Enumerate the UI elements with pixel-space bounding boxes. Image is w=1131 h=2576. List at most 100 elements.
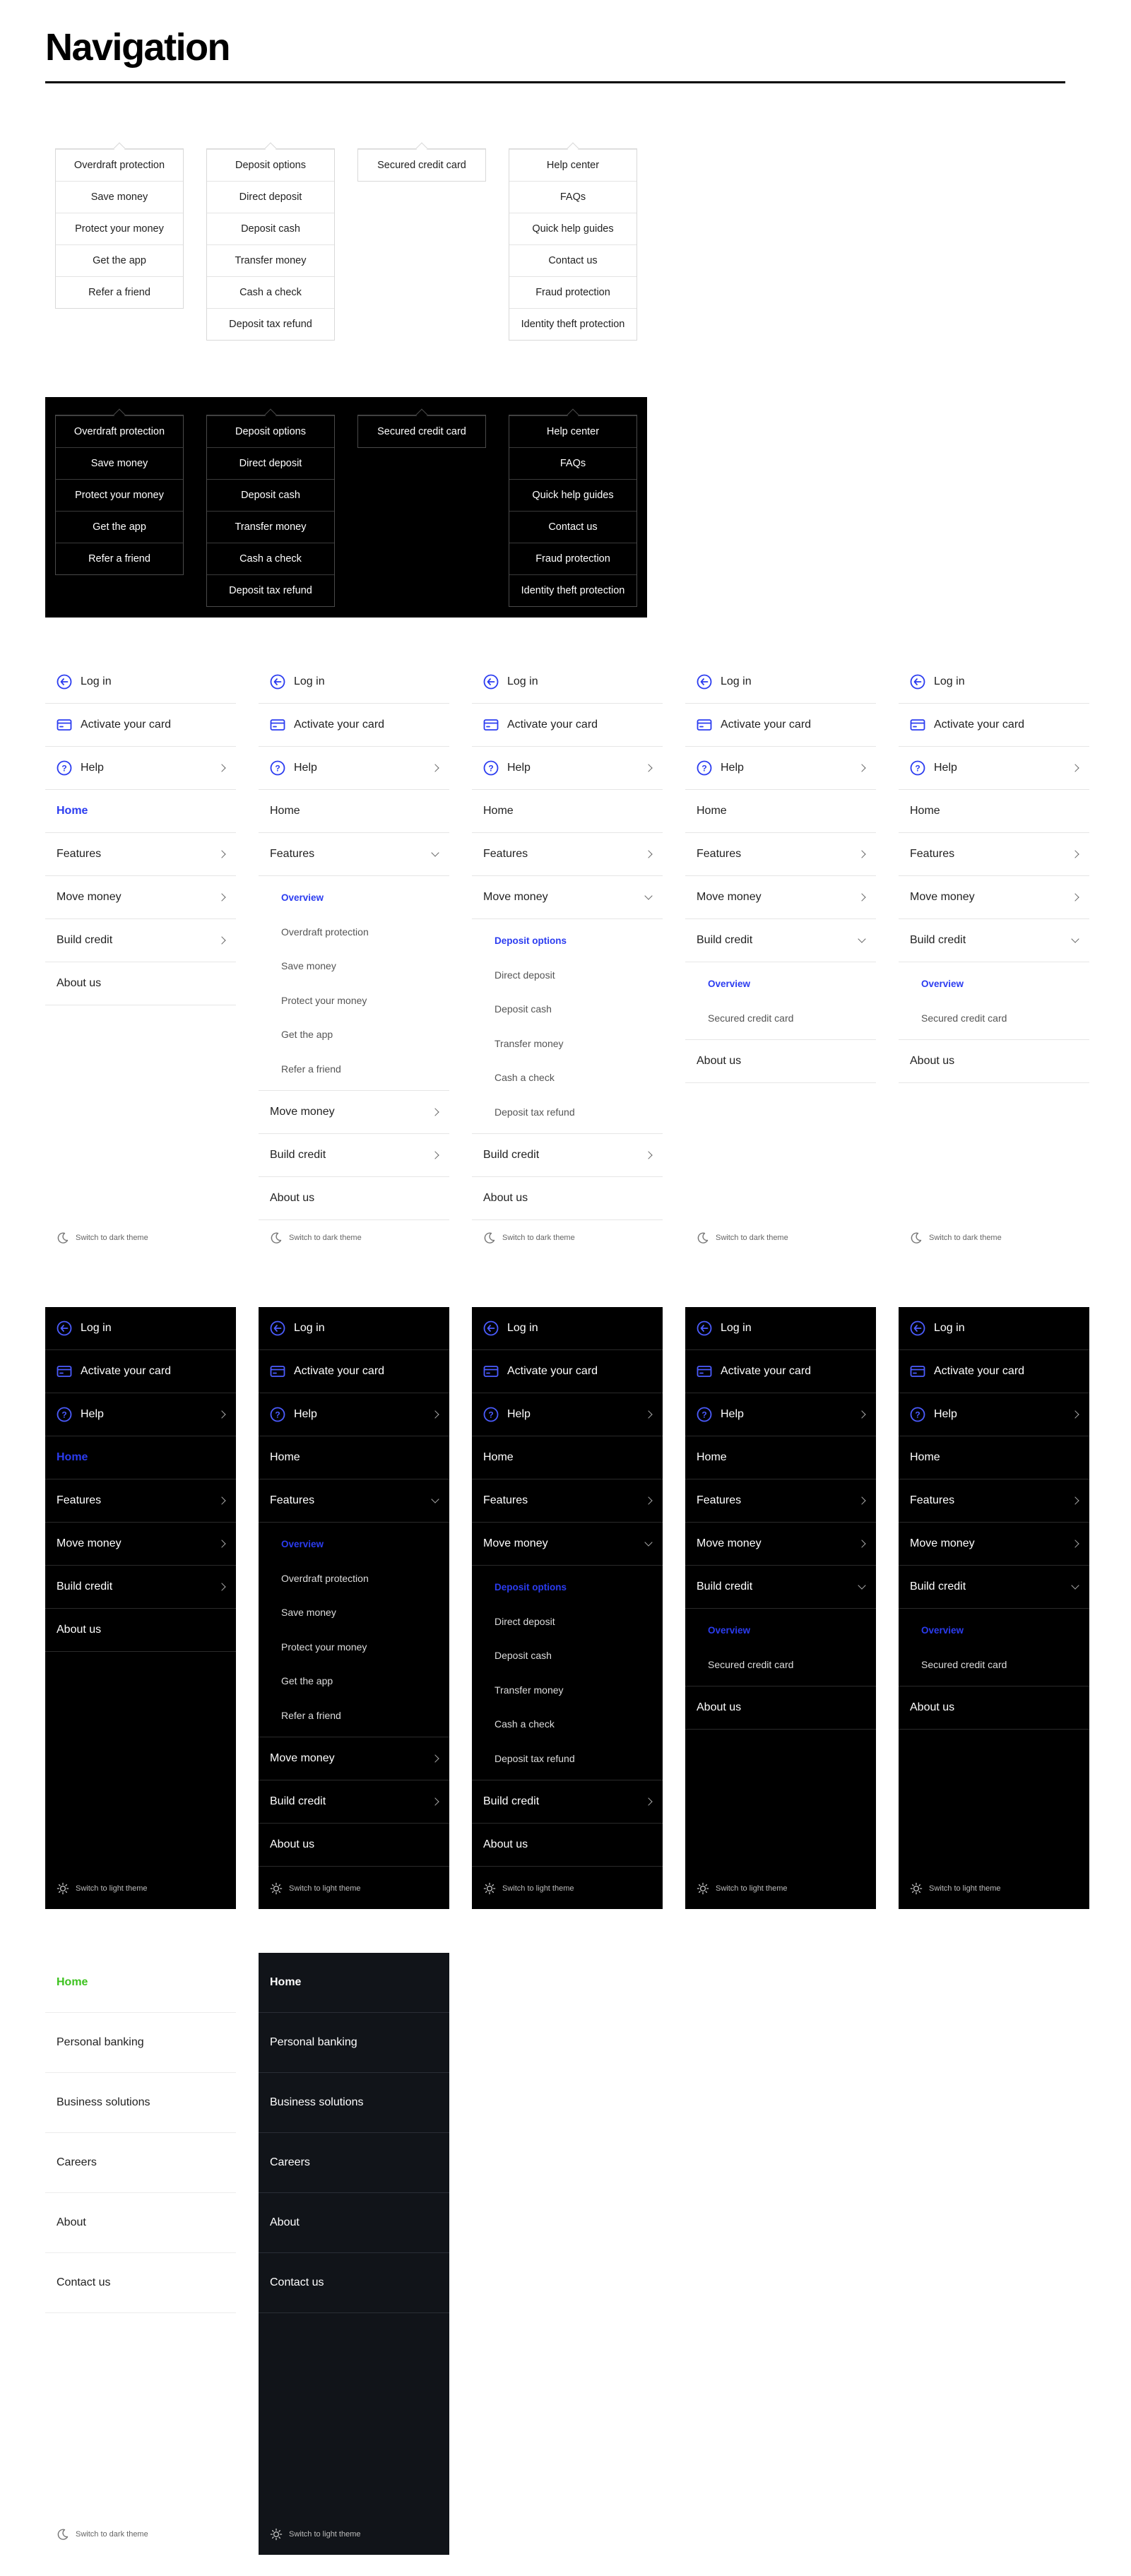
login-item[interactable]: Log in [472, 1307, 663, 1350]
dropdown-item[interactable]: Protect your money [56, 213, 183, 244]
features-item[interactable]: Features [45, 833, 236, 876]
dropdown-item[interactable]: Get the app [56, 244, 183, 276]
activate-card-item[interactable]: Activate your card [472, 1350, 663, 1393]
build-credit-item[interactable]: Build credit [259, 1134, 449, 1177]
dropdown-item[interactable]: Quick help guides [509, 479, 636, 511]
submenu-item[interactable]: Secured credit card [899, 1648, 1089, 1682]
submenu-item[interactable]: Direct deposit [472, 958, 663, 993]
site-nav-item[interactable]: Personal banking [259, 2013, 449, 2073]
login-item[interactable]: Log in [685, 1307, 876, 1350]
build-credit-item[interactable]: Build credit [259, 1780, 449, 1824]
help-item[interactable]: ? Help [899, 1393, 1089, 1436]
submenu-item-active[interactable]: Overview [259, 1527, 449, 1561]
submenu-item[interactable]: Transfer money [472, 1027, 663, 1061]
submenu-item-active[interactable]: Deposit options [472, 1570, 663, 1605]
about-item[interactable]: About us [45, 962, 236, 1005]
help-item[interactable]: ? Help [685, 1393, 876, 1436]
help-item[interactable]: ? Help [472, 747, 663, 790]
home-item[interactable]: Home [899, 790, 1089, 833]
login-item[interactable]: Log in [899, 661, 1089, 704]
home-item[interactable]: Home [472, 790, 663, 833]
dropdown-item[interactable]: Quick help guides [509, 213, 636, 244]
build-credit-item[interactable]: Build credit [472, 1780, 663, 1824]
features-item[interactable]: Features [259, 833, 449, 876]
site-nav-item[interactable]: Business solutions [259, 2073, 449, 2133]
login-item[interactable]: Log in [45, 1307, 236, 1350]
features-item[interactable]: Features [685, 1479, 876, 1523]
home-item[interactable]: Home [45, 790, 236, 833]
site-nav-item[interactable]: Home [259, 1953, 449, 2013]
dropdown-item[interactable]: Contact us [509, 511, 636, 543]
dropdown-item[interactable]: Save money [56, 447, 183, 479]
activate-card-item[interactable]: Activate your card [259, 704, 449, 747]
login-item[interactable]: Log in [899, 1307, 1089, 1350]
login-item[interactable]: Log in [259, 1307, 449, 1350]
login-item[interactable]: Log in [259, 661, 449, 704]
submenu-item-active[interactable]: Deposit options [472, 923, 663, 958]
light-theme-toggle[interactable]: Switch to light theme [270, 1882, 361, 1895]
login-item[interactable]: Log in [685, 661, 876, 704]
activate-card-item[interactable]: Activate your card [259, 1350, 449, 1393]
activate-card-item[interactable]: Activate your card [685, 704, 876, 747]
submenu-item[interactable]: Deposit tax refund [472, 1742, 663, 1776]
build-credit-item[interactable]: Build credit [685, 919, 876, 962]
about-item[interactable]: About us [472, 1177, 663, 1220]
light-theme-toggle[interactable]: Switch to light theme [910, 1882, 1001, 1895]
help-item[interactable]: ? Help [472, 1393, 663, 1436]
dropdown-item[interactable]: Deposit cash [207, 479, 334, 511]
submenu-item[interactable]: Secured credit card [685, 1648, 876, 1682]
activate-card-item[interactable]: Activate your card [45, 1350, 236, 1393]
features-item[interactable]: Features [259, 1479, 449, 1523]
features-item[interactable]: Features [472, 1479, 663, 1523]
dropdown-item[interactable]: Get the app [56, 511, 183, 543]
move-money-item[interactable]: Move money [685, 1523, 876, 1566]
site-nav-item[interactable]: Contact us [45, 2253, 236, 2313]
home-item[interactable]: Home [45, 1436, 236, 1479]
home-item[interactable]: Home [259, 1436, 449, 1479]
activate-card-item[interactable]: Activate your card [899, 1350, 1089, 1393]
move-money-item[interactable]: Move money [685, 876, 876, 919]
help-item[interactable]: ? Help [259, 1393, 449, 1436]
submenu-item[interactable]: Protect your money [259, 983, 449, 1018]
dropdown-item[interactable]: Direct deposit [207, 181, 334, 213]
submenu-item-active[interactable]: Overview [899, 1613, 1089, 1648]
submenu-item[interactable]: Save money [259, 1595, 449, 1630]
dark-theme-toggle[interactable]: Switch to dark theme [910, 1231, 1002, 1244]
build-credit-item[interactable]: Build credit [899, 1566, 1089, 1609]
submenu-item[interactable]: Save money [259, 949, 449, 983]
dropdown-item[interactable]: Identity theft protection [509, 574, 636, 606]
home-item[interactable]: Home [685, 1436, 876, 1479]
submenu-item[interactable]: Transfer money [472, 1673, 663, 1708]
light-theme-toggle[interactable]: Switch to light theme [483, 1882, 574, 1895]
about-item[interactable]: About us [45, 1609, 236, 1652]
dropdown-item[interactable]: Deposit tax refund [207, 308, 334, 340]
dark-theme-toggle[interactable]: Switch to dark theme [697, 1231, 788, 1244]
submenu-item[interactable]: Overdraft protection [259, 915, 449, 950]
submenu-item[interactable]: Deposit cash [472, 992, 663, 1027]
about-item[interactable]: About us [899, 1686, 1089, 1730]
dark-theme-toggle[interactable]: Switch to dark theme [270, 1231, 362, 1244]
submenu-item[interactable]: Cash a check [472, 1060, 663, 1095]
move-money-item[interactable]: Move money [259, 1737, 449, 1780]
site-nav-item[interactable]: Home [45, 1953, 236, 2013]
dropdown-item[interactable]: Refer a friend [56, 543, 183, 574]
features-item[interactable]: Features [685, 833, 876, 876]
move-money-item[interactable]: Move money [259, 1091, 449, 1134]
move-money-item[interactable]: Move money [45, 1523, 236, 1566]
help-item[interactable]: ? Help [899, 747, 1089, 790]
build-credit-item[interactable]: Build credit [45, 919, 236, 962]
dark-theme-toggle[interactable]: Switch to dark theme [57, 1231, 148, 1244]
build-credit-item[interactable]: Build credit [685, 1566, 876, 1609]
dropdown-item[interactable]: Save money [56, 181, 183, 213]
activate-card-item[interactable]: Activate your card [45, 704, 236, 747]
dropdown-item[interactable]: Contact us [509, 244, 636, 276]
build-credit-item[interactable]: Build credit [45, 1566, 236, 1609]
light-theme-toggle[interactable]: Switch to light theme [57, 1882, 148, 1895]
features-item[interactable]: Features [45, 1479, 236, 1523]
features-item[interactable]: Features [472, 833, 663, 876]
help-item[interactable]: ? Help [685, 747, 876, 790]
dropdown-item[interactable]: FAQs [509, 447, 636, 479]
home-item[interactable]: Home [472, 1436, 663, 1479]
dropdown-item[interactable]: Fraud protection [509, 543, 636, 574]
submenu-item[interactable]: Protect your money [259, 1630, 449, 1665]
